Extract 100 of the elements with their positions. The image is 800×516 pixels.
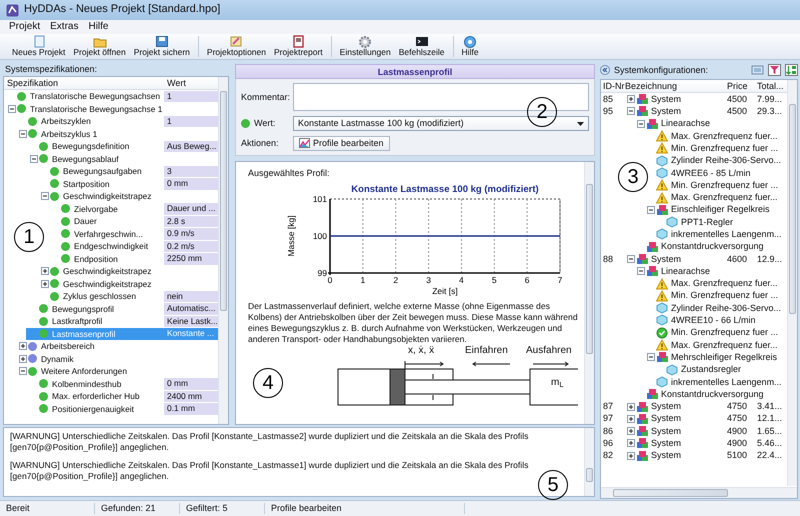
tree-row[interactable]: Geschwindigkeitstrapez — [37, 278, 217, 290]
tree-label[interactable]: System — [651, 106, 682, 117]
collapse-icon[interactable] — [647, 353, 655, 362]
expand-icon[interactable] — [41, 280, 49, 288]
collapse-icon[interactable] — [8, 104, 16, 113]
tree-row[interactable]: Arbeitsbereich — [15, 340, 217, 352]
collapse-icon[interactable] — [600, 65, 610, 75]
tree-row[interactable]: Verfahrgeschwin... 0.9 m/s — [48, 228, 217, 240]
toolbar-button[interactable]: Projektoptionen — [202, 34, 270, 59]
tree-row[interactable]: Max. erforderlicher Hub 2400 mm — [26, 390, 217, 402]
scrollbar[interactable] — [584, 428, 594, 496]
tree-label[interactable]: 4WREE6 - 85 L/min — [671, 168, 751, 178]
toolbar-button[interactable]: Projekt öffnen — [69, 34, 130, 59]
tree-label[interactable]: System — [651, 438, 682, 449]
tree-row[interactable]: Bewegungsdefinition Aus Beweg... — [26, 140, 217, 152]
column-header[interactable]: ID-Nr — [601, 80, 625, 92]
tree-label[interactable]: System — [651, 450, 682, 462]
tree-row[interactable]: Bewegungsprofil Automatisc... — [26, 302, 217, 315]
tree-label[interactable]: inkrementelles Laengenm... — [671, 229, 782, 240]
scrollbar-thumb[interactable] — [613, 489, 728, 497]
tree-label[interactable]: Max. Grenzfrequenz fuer... — [671, 340, 778, 350]
expand-icon[interactable] — [627, 414, 635, 423]
collapse-icon[interactable] — [647, 206, 655, 214]
menu-item[interactable]: Projekt — [4, 21, 46, 33]
tree-row[interactable]: Translatorische Bewegungsachsen 1 — [4, 90, 217, 102]
tree-row[interactable]: Zielvorgabe Dauer und ... — [48, 202, 217, 215]
collapse-icon[interactable] — [41, 192, 49, 200]
collapse-icon[interactable] — [627, 107, 635, 116]
tree-label[interactable]: System — [651, 401, 682, 412]
tree-label[interactable]: System — [651, 413, 682, 424]
tree-label[interactable]: Max. Grenzfrequenz fuer... — [671, 192, 778, 203]
expand-icon[interactable] — [627, 427, 635, 436]
tree-label[interactable]: System — [651, 254, 682, 264]
column-header[interactable]: Wert — [164, 78, 186, 88]
tree-label[interactable]: PPT1-Regler — [681, 216, 734, 228]
edit-profiles-button[interactable]: Profile bearbeiten — [293, 136, 390, 151]
scrollbar-thumb[interactable] — [586, 184, 593, 354]
tree-row[interactable]: Geschwindigkeitstrapez — [37, 190, 217, 202]
tree-label[interactable]: Konstantdruckversorgung — [661, 388, 764, 400]
column-header[interactable]: Price — [727, 80, 757, 92]
collapse-icon[interactable] — [19, 367, 27, 376]
toolbar-button[interactable]: Einstellungen — [336, 34, 395, 59]
tree-row[interactable]: Translatorische Bewegungsachse 1 — [4, 102, 217, 115]
expand-icon[interactable] — [19, 354, 27, 363]
collapse-icon[interactable] — [19, 130, 27, 138]
tree-row[interactable]: Dynamik — [15, 352, 217, 365]
tree-label[interactable]: Max. Grenzfrequenz fuer... — [671, 278, 778, 289]
scrollbar-thumb[interactable] — [789, 104, 796, 314]
tree-label[interactable]: System — [651, 426, 682, 437]
tree-row[interactable]: Endposition 2250 mm — [48, 252, 217, 265]
tree-label[interactable]: Zustandsregler — [681, 364, 742, 376]
tree-label[interactable]: Linearachse — [661, 118, 710, 130]
tree-row[interactable]: Zyklus geschlossen nein — [37, 290, 217, 302]
column-header[interactable]: Total... — [757, 80, 787, 92]
tree-row[interactable]: Bewegungsaufgaben 3 — [37, 165, 217, 178]
tree-row[interactable]: Arbeitszyklus 1 — [15, 128, 217, 140]
scrollbar[interactable] — [787, 80, 797, 486]
scrollbar[interactable] — [584, 162, 594, 424]
tree-label[interactable]: Einschleifiger Regelkreis — [671, 204, 770, 216]
collapse-icon[interactable] — [637, 267, 645, 276]
tree-label[interactable]: Min. Grenzfrequenz fuer ... — [671, 327, 778, 338]
scrollbar[interactable] — [218, 77, 228, 424]
tree-row[interactable]: Weitere Anforderungen — [15, 365, 217, 378]
column-header[interactable]: Spezifikation — [4, 78, 164, 88]
tree-row[interactable]: Endgeschwindigkeit 0.2 m/s — [48, 240, 217, 252]
tree-row[interactable]: Positioniergenauigkeit 0.1 mm — [26, 402, 217, 415]
tree-label[interactable]: Linearachse — [661, 266, 710, 277]
tree-label[interactable]: System — [651, 94, 682, 105]
tree-label[interactable]: Max. Grenzfrequenz fuer... — [671, 130, 778, 142]
scrollbar[interactable] — [601, 487, 797, 498]
toolbar-button[interactable]: Projektreport — [270, 34, 327, 59]
tree-label[interactable]: Min. Grenzfrequenz fuer ... — [671, 180, 778, 191]
toolbar-button[interactable]: Hilfe — [458, 34, 483, 59]
expand-icon[interactable] — [41, 267, 49, 276]
tree-row[interactable]: Lastkraftprofil Keine Lastk... — [26, 315, 217, 328]
menu-item[interactable]: Hilfe — [83, 21, 114, 33]
tree-label[interactable]: Konstantdruckversorgung — [661, 241, 764, 252]
tree-row[interactable]: Startposition 0 mm — [37, 178, 217, 190]
scrollbar-thumb[interactable] — [586, 468, 593, 482]
collapse-icon[interactable] — [637, 120, 645, 128]
collapse-icon[interactable] — [627, 255, 635, 263]
toolbar-button[interactable]: Projekt sichern — [130, 34, 194, 59]
tree-label[interactable]: 4WREE10 - 66 L/min — [671, 315, 756, 326]
expand-icon[interactable] — [627, 402, 635, 411]
tree-label[interactable]: Zylinder Reihe-306-Servo... — [671, 302, 782, 314]
tree-row[interactable]: Bewegungsablauf — [26, 152, 217, 165]
tree-label[interactable]: Min. Grenzfrequenz fuer ... — [671, 290, 778, 302]
tree-label[interactable]: inkrementelles Laengenm... — [671, 376, 782, 388]
tree-row[interactable]: Arbeitszyklen 1 — [15, 115, 217, 128]
expand-icon[interactable] — [627, 452, 635, 460]
scrollbar-thumb[interactable] — [220, 91, 227, 311]
toolbar-button[interactable]: Neues Projekt — [8, 34, 70, 59]
column-header[interactable]: Bezeichnung — [625, 80, 727, 92]
filter-icon[interactable] — [768, 64, 781, 76]
tree-row[interactable]: Dauer 2.8 s — [48, 215, 217, 228]
tree-label[interactable]: Zylinder Reihe-306-Servo... — [671, 155, 782, 166]
expand-icon[interactable] — [627, 439, 635, 448]
tree-row[interactable]: Kolbenmindesthub 0 mm — [26, 378, 217, 390]
menu-item[interactable]: Extras — [45, 21, 84, 33]
expand-icon[interactable] — [627, 95, 635, 104]
